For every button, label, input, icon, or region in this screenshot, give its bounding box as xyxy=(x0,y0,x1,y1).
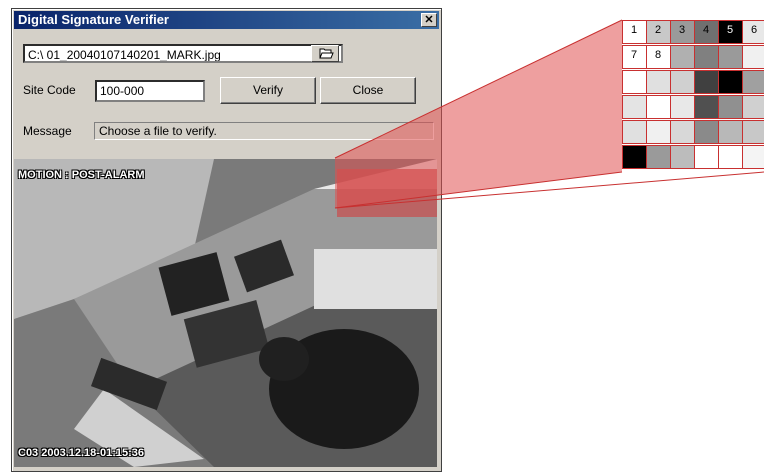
grid-cell xyxy=(718,95,743,119)
grid-cell: 4 xyxy=(694,20,719,44)
grid-cell xyxy=(694,70,719,94)
grid-cell xyxy=(670,145,695,169)
grid-cell xyxy=(718,70,743,94)
grid-cell: 1 xyxy=(622,20,647,44)
grid-cell xyxy=(670,45,695,69)
grid-cell xyxy=(694,95,719,119)
grid-cell xyxy=(718,120,743,144)
grid-cell xyxy=(622,145,647,169)
grid-cell xyxy=(742,45,764,69)
grid-cell xyxy=(622,95,647,119)
grid-cell xyxy=(670,120,695,144)
grid-cell xyxy=(742,95,764,119)
grid-cell xyxy=(622,120,647,144)
grid-cell xyxy=(646,120,671,144)
grid-cell: 8 xyxy=(646,45,671,69)
grid-cell xyxy=(622,70,647,94)
pixel-grid: 1 2 3 4 5 6 7 8 xyxy=(622,20,764,174)
grid-cell xyxy=(646,70,671,94)
grid-cell xyxy=(670,70,695,94)
grid-cell xyxy=(694,45,719,69)
grid-cell: 7 xyxy=(622,45,647,69)
grid-cell xyxy=(742,70,764,94)
grid-cell xyxy=(670,95,695,119)
grid-cell xyxy=(694,120,719,144)
grid-cell xyxy=(742,120,764,144)
grid-cell: 5 xyxy=(718,20,743,44)
grid-cell: 6 xyxy=(742,20,764,44)
grid-cell: 2 xyxy=(646,20,671,44)
grid-cell xyxy=(742,145,764,169)
grid-cell xyxy=(718,145,743,169)
grid-cell: 3 xyxy=(670,20,695,44)
grid-cell xyxy=(718,45,743,69)
grid-cell xyxy=(646,145,671,169)
grid-cell xyxy=(694,145,719,169)
grid-cell xyxy=(646,95,671,119)
